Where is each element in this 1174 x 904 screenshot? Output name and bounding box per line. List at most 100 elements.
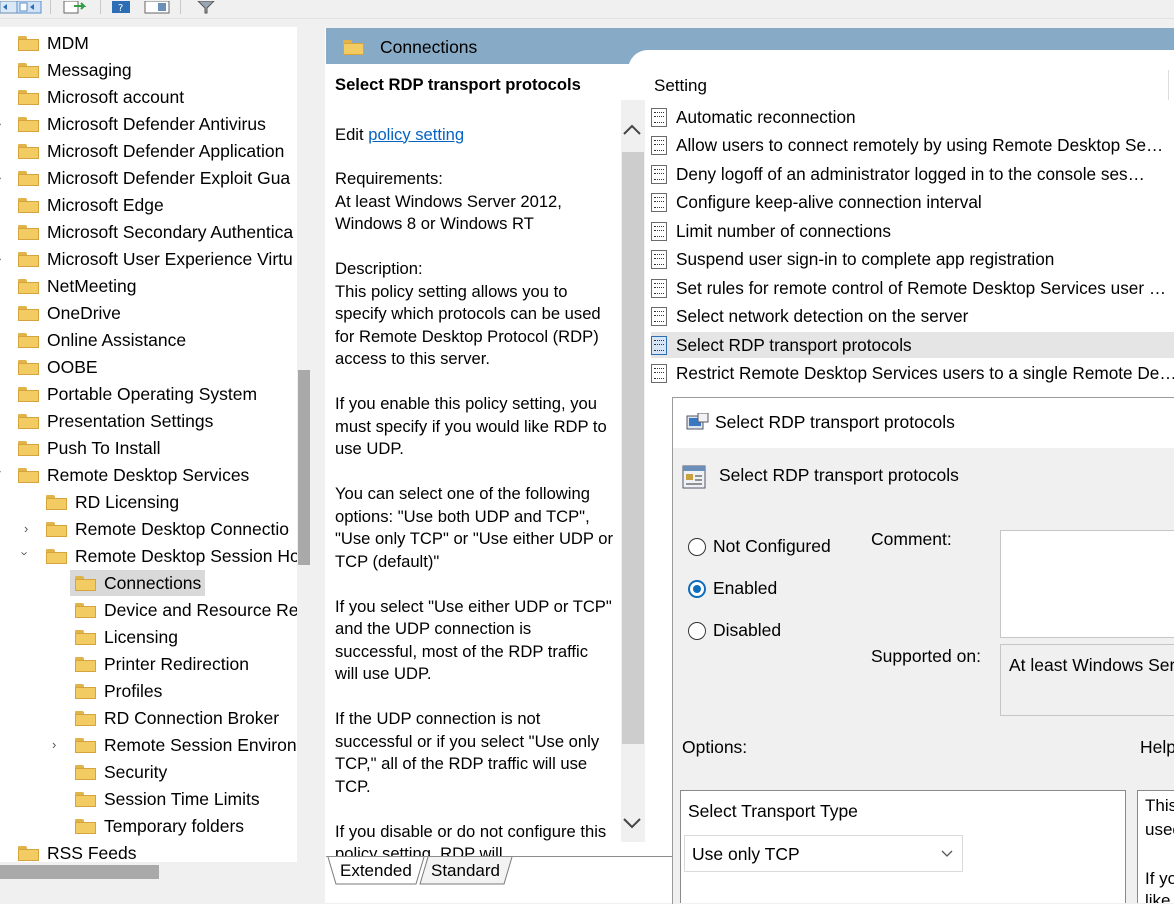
folder-icon bbox=[18, 143, 39, 159]
folder-icon bbox=[75, 575, 96, 591]
folder-icon bbox=[75, 656, 96, 672]
folder-icon bbox=[18, 278, 39, 294]
label-not-configured[interactable]: Not Configured bbox=[713, 536, 831, 557]
tab-extended[interactable]: Extended bbox=[326, 857, 425, 885]
chevron-down-icon[interactable]: › bbox=[0, 470, 7, 474]
tree-item-security[interactable]: Security bbox=[75, 759, 167, 785]
policy-title: Select RDP transport protocols bbox=[335, 75, 581, 94]
tree-item-defender-application[interactable]: Microsoft Defender Application bbox=[18, 138, 284, 164]
chevron-right-icon[interactable]: › bbox=[0, 170, 1, 185]
radio-disabled[interactable] bbox=[688, 622, 706, 640]
dialog-titlebar[interactable]: Select RDP transport protocols bbox=[673, 398, 1174, 448]
supported-on-field: At least Windows Serv bbox=[1000, 644, 1174, 716]
chevron-right-icon[interactable]: › bbox=[0, 116, 1, 131]
tree-item-secondary-auth[interactable]: Microsoft Secondary Authentica bbox=[18, 219, 293, 245]
folder-icon bbox=[75, 710, 96, 726]
setting-row[interactable]: Select network detection on the server bbox=[651, 303, 1174, 329]
transport-type-value: Use only TCP bbox=[692, 844, 800, 864]
radio-enabled[interactable] bbox=[688, 580, 706, 598]
help-icon[interactable]: ? bbox=[111, 0, 135, 14]
requirements-text: At least Windows Server 2012, Windows 8 … bbox=[335, 191, 562, 234]
filter-icon[interactable] bbox=[196, 0, 220, 14]
setting-row[interactable]: Suspend user sign-in to complete app reg… bbox=[651, 246, 1174, 272]
tree-item-presentation[interactable]: Presentation Settings bbox=[18, 408, 213, 434]
requirements-label: Requirements: bbox=[335, 169, 443, 188]
policy-icon bbox=[651, 192, 667, 212]
description-paragraph: This policy setting allows you to specif… bbox=[335, 281, 601, 369]
setting-row[interactable]: Restrict Remote Desktop Services users t… bbox=[651, 360, 1174, 386]
setting-row-selected[interactable]: Select RDP transport protocols bbox=[651, 332, 1174, 358]
tree-item-mdm[interactable]: MDM bbox=[18, 30, 89, 56]
chevron-right-icon[interactable]: › bbox=[0, 251, 1, 266]
tree-item-rd-licensing[interactable]: RD Licensing bbox=[46, 489, 179, 515]
comment-textarea[interactable] bbox=[1000, 530, 1174, 638]
setting-row[interactable]: Set rules for remote control of Remote D… bbox=[651, 275, 1174, 301]
chevron-down-icon[interactable] bbox=[941, 850, 953, 858]
setting-row[interactable]: Automatic reconnection bbox=[651, 104, 1174, 130]
tree-item-onedrive[interactable]: OneDrive bbox=[18, 300, 121, 326]
tree-item-temporary-folders[interactable]: Temporary folders bbox=[75, 813, 244, 839]
label-disabled[interactable]: Disabled bbox=[713, 620, 781, 641]
svg-text:?: ? bbox=[118, 3, 123, 14]
tree-item-device-resource[interactable]: Device and Resource Re bbox=[75, 597, 297, 623]
tree-item-defender-exploit[interactable]: Microsoft Defender Exploit Gua bbox=[18, 165, 290, 191]
tree-item-online-assistance[interactable]: Online Assistance bbox=[18, 327, 186, 353]
tree-item-oobe[interactable]: OOBE bbox=[18, 354, 98, 380]
policy-icon bbox=[651, 306, 667, 326]
options-panel: Select Transport Type Use only TCP bbox=[680, 790, 1126, 903]
tree-item-microsoft-account[interactable]: Microsoft account bbox=[18, 84, 184, 110]
setting-row[interactable]: Configure keep-alive connection interval bbox=[651, 189, 1174, 215]
policy-icon bbox=[651, 278, 667, 298]
tree-item-licensing[interactable]: Licensing bbox=[75, 624, 178, 650]
setting-column-header[interactable]: Setting bbox=[654, 76, 1174, 96]
policy-icon bbox=[651, 363, 667, 383]
scroll-down-icon[interactable] bbox=[621, 815, 643, 836]
scroll-up-icon[interactable] bbox=[621, 122, 643, 143]
show-hide-tree-icon[interactable] bbox=[16, 0, 42, 14]
chevron-right-icon[interactable]: › bbox=[24, 521, 28, 536]
chevron-down-icon[interactable]: › bbox=[18, 551, 33, 555]
tree-item-portable-os[interactable]: Portable Operating System bbox=[18, 381, 257, 407]
tree-item-connections[interactable]: Connections bbox=[70, 570, 206, 596]
setting-row[interactable]: Allow users to connect remotely by using… bbox=[651, 132, 1174, 158]
tree-item-rd-session-host[interactable]: Remote Desktop Session Ho bbox=[46, 543, 297, 569]
help-label: Help bbox=[1140, 737, 1174, 757]
folder-icon bbox=[75, 791, 96, 807]
setting-row[interactable]: Limit number of connections bbox=[651, 218, 1174, 244]
column-divider[interactable] bbox=[1168, 70, 1169, 100]
description-scroll-thumb[interactable] bbox=[622, 152, 644, 744]
folder-icon bbox=[18, 305, 39, 321]
tree-item-session-time-limits[interactable]: Session Time Limits bbox=[75, 786, 260, 812]
tree-item-messaging[interactable]: Messaging bbox=[18, 57, 132, 83]
tree-item-push-to-install[interactable]: Push To Install bbox=[18, 435, 161, 461]
folder-icon bbox=[18, 170, 39, 186]
tree-pane: MDM Messaging Microsoft account › Micros… bbox=[0, 27, 297, 862]
tree-item-defender-antivirus[interactable]: Microsoft Defender Antivirus bbox=[18, 111, 266, 137]
help-text: If yo bbox=[1145, 869, 1174, 888]
label-enabled[interactable]: Enabled bbox=[713, 578, 777, 599]
tree-item-microsoft-edge[interactable]: Microsoft Edge bbox=[18, 192, 164, 218]
folder-icon bbox=[75, 764, 96, 780]
tree-item-remote-desktop-services[interactable]: Remote Desktop Services bbox=[18, 462, 249, 488]
tree-item-profiles[interactable]: Profiles bbox=[75, 678, 162, 704]
setting-row[interactable]: Deny logoff of an administrator logged i… bbox=[651, 161, 1174, 187]
tree-item-user-experience[interactable]: Microsoft User Experience Virtu bbox=[18, 246, 293, 272]
tree-item-rd-connection-broker[interactable]: RD Connection Broker bbox=[75, 705, 279, 731]
tab-standard[interactable]: Standard bbox=[418, 857, 518, 885]
tree-horizontal-scroll-thumb[interactable] bbox=[0, 865, 159, 879]
tree-item-printer-redirection[interactable]: Printer Redirection bbox=[75, 651, 249, 677]
transport-type-select[interactable]: Use only TCP bbox=[684, 835, 963, 872]
edit-policy-link[interactable]: policy setting bbox=[368, 125, 464, 144]
properties-view-icon[interactable] bbox=[144, 0, 170, 14]
tree-item-rd-connection-client[interactable]: Remote Desktop Connectio bbox=[46, 516, 289, 542]
tree-item-netmeeting[interactable]: NetMeeting bbox=[18, 273, 137, 299]
export-icon[interactable] bbox=[62, 0, 87, 14]
folder-icon bbox=[18, 35, 39, 51]
tree-vertical-scroll-thumb[interactable] bbox=[298, 370, 310, 565]
tree-item-rss-feeds[interactable]: RSS Feeds bbox=[18, 840, 136, 862]
chevron-right-icon[interactable]: › bbox=[52, 737, 56, 752]
tree-item-remote-session-env[interactable]: Remote Session Environ bbox=[75, 732, 297, 758]
toolbar: ? bbox=[0, 0, 1174, 19]
folder-icon bbox=[18, 845, 39, 861]
radio-not-configured[interactable] bbox=[688, 538, 706, 556]
